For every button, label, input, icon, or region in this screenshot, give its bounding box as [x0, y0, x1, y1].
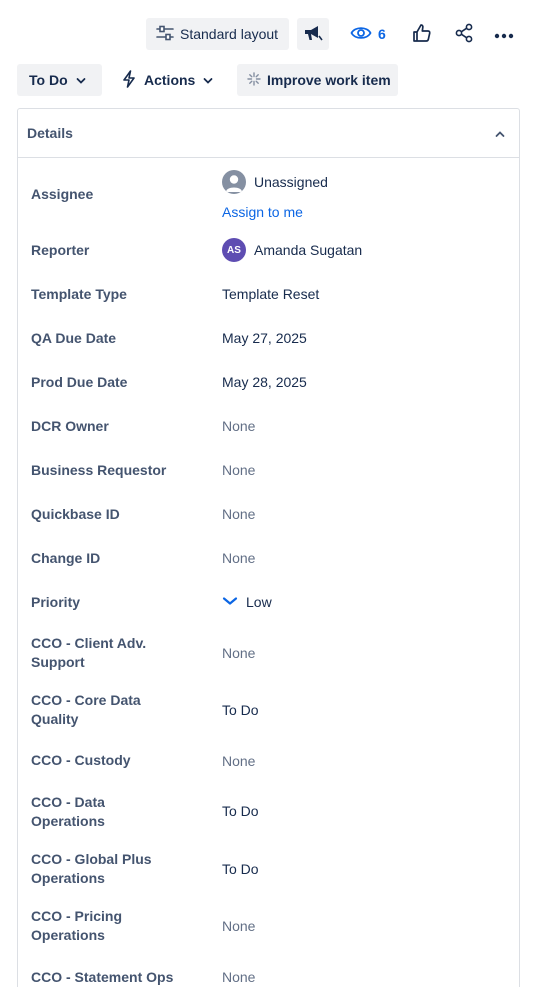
- cco-client-adv-support-value[interactable]: None: [222, 644, 255, 663]
- prod-due-date-value[interactable]: May 28, 2025: [222, 373, 307, 392]
- field-label-priority: Priority: [31, 594, 81, 610]
- priority-label: Low: [246, 594, 272, 610]
- top-toolbar: Standard layout 6: [0, 18, 539, 50]
- assignee-name: Unassigned: [254, 173, 328, 190]
- field-label-dcr-owner: DCR Owner: [31, 418, 109, 434]
- field-label-cco-custody: CCO - Custody: [31, 752, 131, 768]
- field-label-cco-core-data-quality: CCO - Core Data Quality: [31, 692, 141, 727]
- cco-pricing-operations-value[interactable]: None: [222, 917, 255, 936]
- cco-core-data-quality-value[interactable]: To Do: [222, 701, 259, 720]
- details-title: Details: [27, 125, 73, 141]
- ellipsis-icon: [494, 26, 514, 42]
- improve-label: Improve work item: [267, 72, 391, 88]
- field-label-cco-statement-ops: CCO - Statement Ops: [31, 969, 174, 985]
- field-label-cco-global-plus-operations: CCO - Global Plus Operations: [31, 851, 152, 886]
- megaphone-icon: [303, 24, 323, 45]
- field-label-cco-pricing-operations: CCO - Pricing Operations: [31, 908, 123, 943]
- change-id-value[interactable]: None: [222, 549, 255, 568]
- share-button[interactable]: [452, 18, 476, 50]
- watchers-button[interactable]: 6: [350, 18, 386, 50]
- dcr-owner-value[interactable]: None: [222, 417, 255, 436]
- watch-count: 6: [378, 26, 386, 42]
- priority-value[interactable]: Low: [222, 593, 272, 612]
- standard-layout-button[interactable]: Standard layout: [146, 18, 289, 50]
- like-button[interactable]: [410, 18, 434, 50]
- chevron-up-icon[interactable]: [495, 125, 505, 141]
- field-label-template-type: Template Type: [31, 286, 127, 302]
- improve-work-item-button[interactable]: Improve work item: [237, 64, 398, 96]
- template-type-value[interactable]: Template Reset: [222, 285, 319, 304]
- unassigned-avatar-icon: [222, 170, 246, 194]
- quickbase-id-value[interactable]: None: [222, 505, 255, 524]
- details-panel: Details Assignee Unassigned Assign to me…: [17, 108, 520, 987]
- action-bar: To Do Actions Improve work item: [0, 64, 539, 96]
- field-label-assignee: Assignee: [31, 186, 94, 202]
- field-label-qa-due-date: QA Due Date: [31, 330, 117, 346]
- reporter-name: Amanda Sugatan: [254, 241, 363, 258]
- chevron-down-icon: [76, 72, 86, 88]
- priority-low-icon: [222, 593, 238, 612]
- details-header[interactable]: Details: [18, 109, 519, 158]
- field-label-business-requestor: Business Requestor: [31, 462, 167, 478]
- sparkle-icon: [247, 71, 261, 89]
- cco-data-operations-value[interactable]: To Do: [222, 802, 259, 821]
- share-icon: [454, 23, 474, 46]
- assign-to-me-link[interactable]: Assign to me: [222, 203, 303, 222]
- field-label-prod-due-date: Prod Due Date: [31, 374, 128, 390]
- lightning-icon: [122, 69, 136, 91]
- eye-icon: [350, 25, 372, 44]
- qa-due-date-value[interactable]: May 27, 2025: [222, 329, 307, 348]
- field-label-cco-data-operations: CCO - Data Operations: [31, 794, 105, 829]
- actions-dropdown[interactable]: Actions: [114, 64, 226, 96]
- chevron-down-icon: [203, 72, 213, 88]
- more-actions-button[interactable]: [492, 18, 516, 50]
- actions-label: Actions: [144, 72, 196, 88]
- status-label: To Do: [29, 72, 68, 88]
- field-label-reporter: Reporter: [31, 242, 90, 258]
- reporter-avatar: AS: [222, 238, 246, 262]
- cco-statement-ops-value[interactable]: None: [222, 968, 255, 987]
- thumbs-up-icon: [412, 23, 432, 46]
- field-label-cco-client-adv-support: CCO - Client Adv. Support: [31, 635, 147, 670]
- business-requestor-value[interactable]: None: [222, 461, 255, 480]
- field-label-quickbase-id: Quickbase ID: [31, 506, 120, 522]
- field-label-change-id: Change ID: [31, 550, 101, 566]
- status-dropdown[interactable]: To Do: [17, 64, 102, 96]
- layout-sliders-icon: [156, 25, 174, 44]
- standard-layout-label: Standard layout: [180, 26, 279, 42]
- assignee-value[interactable]: Unassigned: [222, 170, 328, 194]
- cco-custody-value[interactable]: None: [222, 752, 255, 771]
- reporter-value[interactable]: AS Amanda Sugatan: [222, 238, 362, 262]
- cco-global-plus-operations-value[interactable]: To Do: [222, 860, 259, 879]
- megaphone-button[interactable]: [297, 18, 329, 50]
